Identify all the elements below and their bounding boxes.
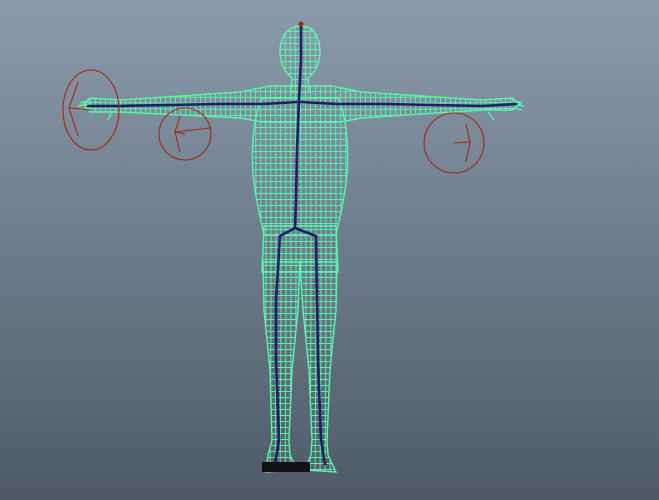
ik-control-right-hand[interactable]	[423, 112, 485, 174]
ik-control-head-top[interactable]	[298, 21, 304, 27]
viewport-scene[interactable]	[0, 0, 659, 500]
maya-viewport[interactable]	[0, 0, 659, 500]
